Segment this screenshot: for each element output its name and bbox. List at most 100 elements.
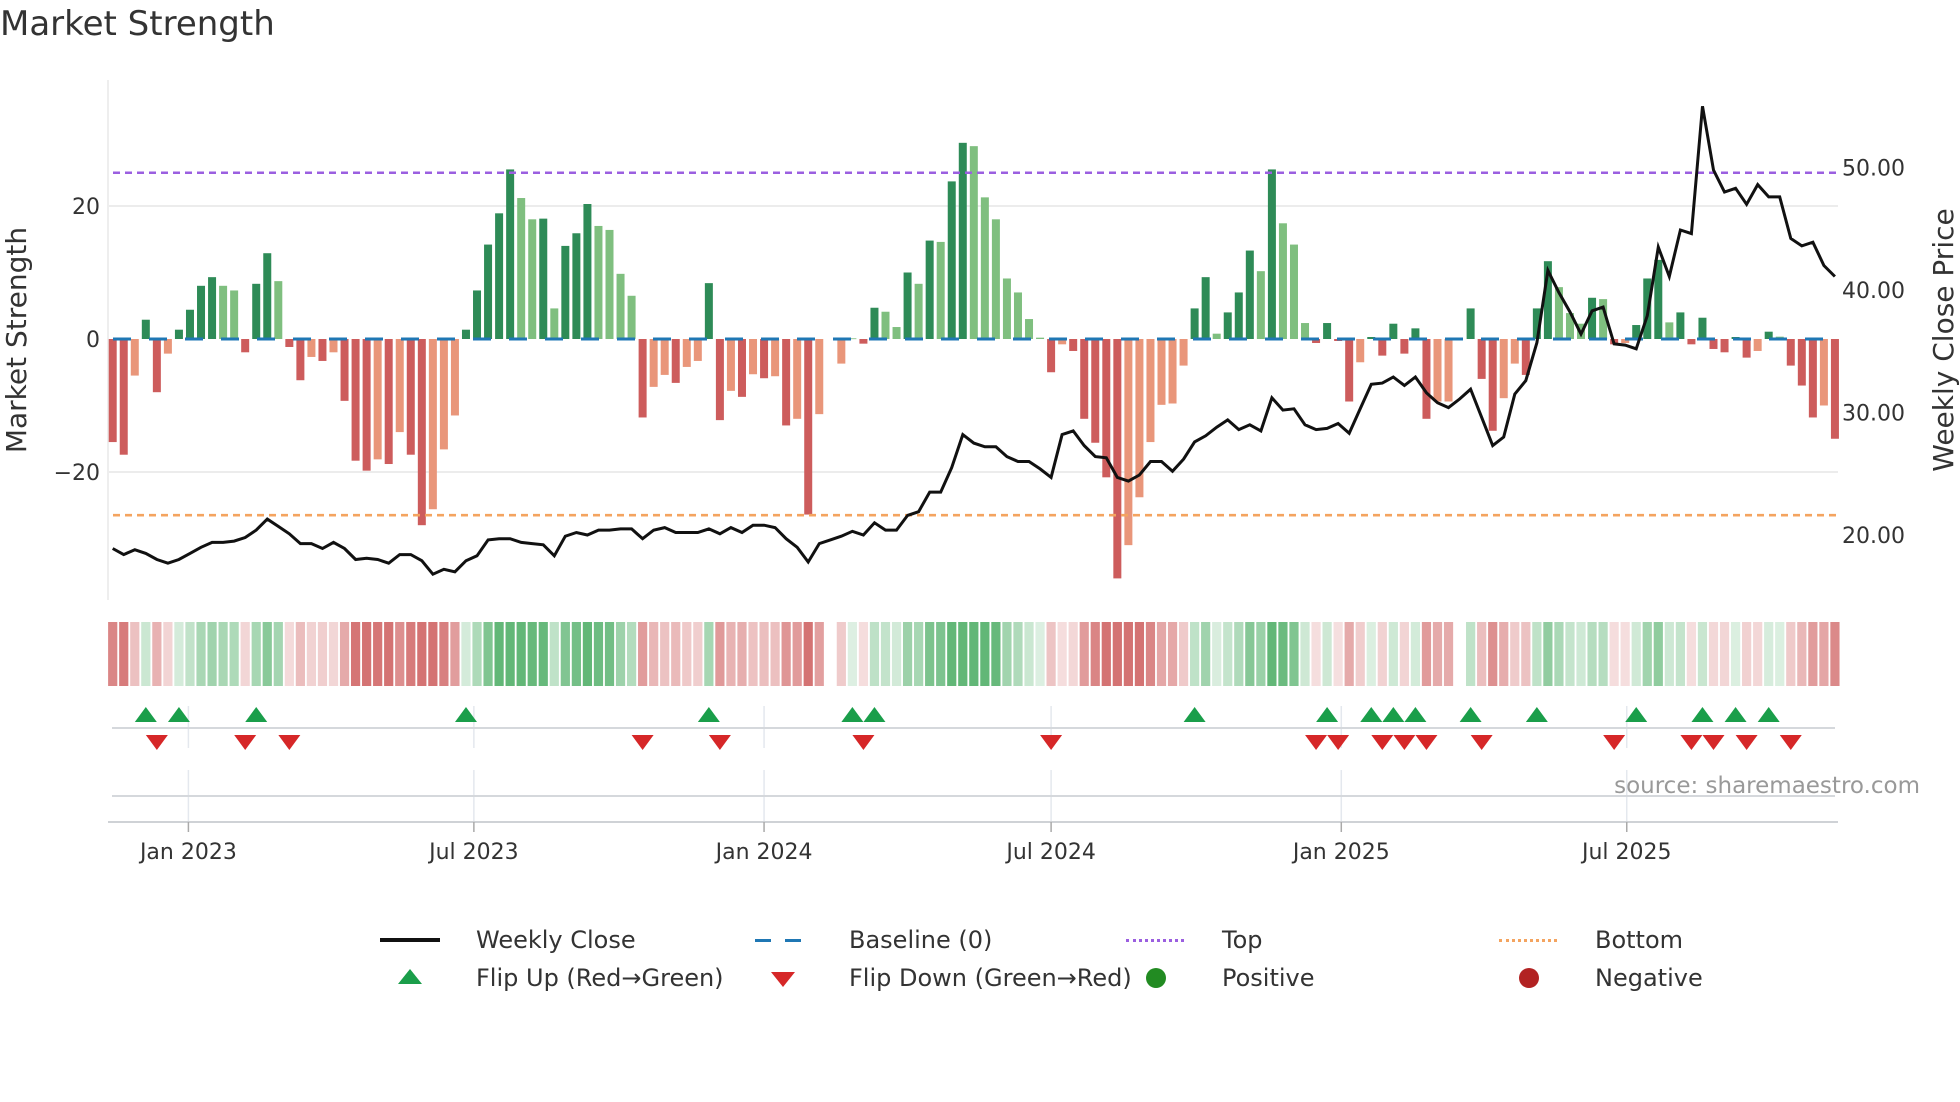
heatmap-cell: [1289, 622, 1299, 686]
strength-bar: [484, 244, 493, 339]
y2-tick-label: 50.00: [1842, 157, 1905, 182]
heatmap-cell: [1013, 622, 1023, 686]
heatmap-cell: [461, 622, 471, 686]
strength-bar: [296, 339, 305, 381]
strength-bar: [749, 339, 758, 375]
strength-bar: [1301, 323, 1310, 339]
strength-heatmap-strip: [108, 622, 1840, 686]
strength-bar: [693, 339, 702, 361]
heatmap-cell: [715, 622, 725, 686]
strength-bar: [417, 339, 426, 526]
y-axis-label: Market Strength: [0, 227, 33, 453]
heatmap-cell: [902, 622, 913, 686]
heatmap-cell: [1631, 622, 1641, 686]
strength-bar: [473, 290, 482, 339]
heatmap-cell: [704, 622, 714, 686]
heatmap-cell: [174, 622, 184, 686]
strength-bar: [1047, 339, 1056, 373]
heatmap-cell: [1333, 622, 1343, 686]
flip-down-marker: [852, 735, 875, 750]
heatmap-cell: [1730, 622, 1741, 686]
strength-bar: [1742, 339, 1751, 358]
flip-up-marker: [697, 707, 720, 722]
strength-bar: [230, 290, 239, 339]
legend-flip-down: Flip Down (Green→Red): [753, 963, 1132, 993]
heatmap-cell: [991, 622, 1001, 686]
strength-bar: [1400, 339, 1409, 354]
heatmap-cell: [847, 622, 857, 686]
source-credit: source: sharemaestro.com: [1614, 773, 1920, 799]
heatmap-cell: [1201, 622, 1211, 686]
strength-bar: [1190, 308, 1199, 339]
heatmap-cell: [119, 622, 129, 686]
heatmap-cell: [1620, 622, 1630, 686]
strength-bar: [737, 339, 746, 397]
strength-bar: [1411, 328, 1420, 339]
heatmap-cell: [373, 622, 383, 686]
flip-up-marker: [1404, 707, 1427, 722]
flip-up-marker: [841, 707, 864, 722]
strength-bar: [715, 339, 724, 421]
strength-bar: [1466, 308, 1475, 339]
heatmap-cell: [549, 622, 559, 686]
heatmap-cell: [1466, 622, 1476, 686]
strength-bar: [219, 285, 228, 339]
legend-positive: Positive: [1126, 963, 1315, 993]
strength-bar: [1389, 323, 1398, 339]
strength-bar: [881, 311, 890, 339]
strength-bar: [1345, 339, 1354, 402]
strength-bar: [1267, 169, 1276, 339]
strength-bar: [1289, 244, 1298, 339]
strength-bar: [1245, 250, 1254, 339]
heatmap-cell: [1101, 622, 1111, 686]
heatmap-cell: [1675, 622, 1685, 686]
flip-down-marker: [1702, 735, 1725, 750]
flip-up-marker: [1459, 707, 1482, 722]
strength-bar: [1113, 339, 1122, 579]
strength-bar: [506, 169, 515, 339]
strength-bar: [638, 339, 647, 418]
heatmap-cell: [615, 622, 626, 686]
x-tick-label: Jul 2023: [427, 840, 519, 865]
heatmap-cell: [649, 622, 659, 686]
strength-bar: [991, 219, 1000, 339]
axes: 20 0 −20 50.00 40.00 30.00 20.00 Jan 2023 Jul 20…: [54, 157, 1905, 866]
heatmap-cell: [980, 622, 990, 686]
strength-bar: [892, 327, 901, 339]
strength-bar: [373, 339, 382, 460]
heatmap-cell: [339, 622, 350, 686]
heatmap-cell: [262, 622, 272, 686]
heatmap-cell: [1190, 622, 1200, 686]
legend-top: Top: [1126, 925, 1263, 955]
heatmap-cell: [1002, 622, 1012, 686]
strength-bar: [782, 339, 791, 426]
flip-down-marker: [1470, 735, 1493, 750]
heatmap-cell: [1598, 622, 1608, 686]
heatmap-cell: [240, 622, 250, 686]
strength-bar: [1720, 339, 1729, 353]
triangle-up-icon: [380, 963, 424, 993]
flip-down-marker: [1680, 735, 1703, 750]
heatmap-cell: [1035, 622, 1045, 686]
strength-bar: [461, 329, 470, 339]
strength-bar: [1080, 339, 1089, 419]
strength-bar: [428, 339, 437, 510]
strength-bar: [1025, 319, 1034, 339]
strength-bar: [815, 339, 824, 415]
strength-bar: [318, 339, 327, 361]
x-tick-label: Jan 2024: [714, 840, 813, 865]
strength-bar: [329, 339, 338, 353]
strength-bar: [726, 339, 735, 391]
strength-bar: [561, 245, 570, 339]
strength-bar: [1146, 339, 1155, 443]
heatmap-cell: [1819, 622, 1829, 686]
heatmap-cell: [538, 622, 548, 686]
heatmap-cell: [306, 622, 317, 686]
heatmap-cell: [1223, 622, 1233, 686]
heatmap-cell: [1366, 622, 1376, 686]
strength-bar: [1168, 339, 1177, 404]
strength-bar: [384, 339, 393, 465]
heatmap-cell: [1576, 622, 1586, 686]
heatmap-cell: [1653, 622, 1663, 686]
strength-bar: [793, 339, 802, 419]
